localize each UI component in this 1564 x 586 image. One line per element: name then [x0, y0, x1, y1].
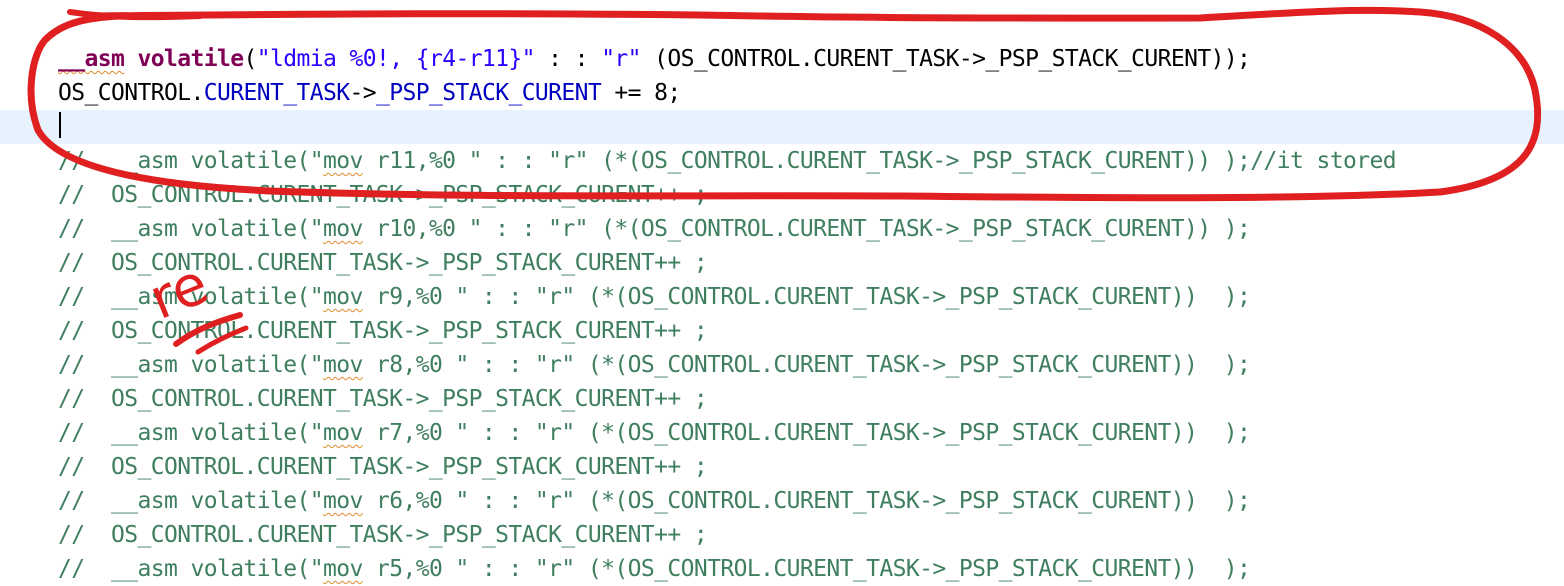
code-token: mov: [322, 284, 363, 310]
code-line[interactable]: OS_CONTROL.CURENT_TASK->_PSP_STACK_CUREN…: [58, 76, 681, 110]
code-token: // __asm volatile(": [58, 352, 324, 378]
code-token: mov: [322, 556, 363, 582]
code-line[interactable]: // OS_CONTROL.CURENT_TASK->_PSP_STACK_CU…: [58, 518, 708, 552]
code-token: // OS_CONTROL.CURENT_TASK->_PSP_STACK_CU…: [58, 318, 708, 344]
code-token: "ldmia %0!, {r4-r11}": [256, 46, 536, 72]
code-token: ->: [349, 80, 376, 106]
code-token: // __asm volatile(": [58, 148, 324, 174]
code-token: // OS_CONTROL.CURENT_TASK->_PSP_STACK_CU…: [58, 386, 708, 412]
code-token: "r": [601, 46, 641, 72]
code-token: // __asm volatile(": [58, 420, 324, 446]
code-token: r9,%0 " : : "r" (*(OS_CONTROL.CURENT_TAS…: [362, 284, 1251, 310]
code-token: CURENT_TASK: [203, 80, 350, 106]
code-token: r11,%0 " : : "r" (*(OS_CONTROL.CURENT_TA…: [362, 148, 1397, 174]
code-token: // __asm volatile(": [58, 488, 324, 514]
code-line[interactable]: // __asm volatile("mov r7,%0 " : : "r" (…: [58, 416, 1251, 450]
code-token: r10,%0 " : : "r" (*(OS_CONTROL.CURENT_TA…: [362, 216, 1251, 242]
code-line[interactable]: // __asm volatile("mov r6,%0 " : : "r" (…: [58, 484, 1251, 518]
code-token: _PSP_STACK_CURENT: [375, 80, 602, 106]
code-token: mov: [322, 148, 363, 174]
code-token: mov: [322, 488, 363, 514]
code-token: // __asm volatile(": [58, 284, 324, 310]
code-line[interactable]: // OS_CONTROL.CURENT_TASK->_PSP_STACK_CU…: [58, 178, 708, 212]
red-overlap-tail: [67, 9, 203, 21]
code-line[interactable]: // OS_CONTROL.CURENT_TASK->_PSP_STACK_CU…: [58, 314, 708, 348]
code-line[interactable]: // __asm volatile("mov r10,%0 " : : "r" …: [58, 212, 1251, 246]
code-line[interactable]: // __asm volatile("mov r11,%0 " : : "r" …: [58, 144, 1397, 178]
code-token: += 8;: [601, 80, 681, 106]
code-token: // __asm volatile(": [58, 556, 324, 582]
code-token: __asm: [58, 46, 125, 72]
code-editor[interactable]: __asm volatile("ldmia %0!, {r4-r11}" : :…: [0, 0, 1564, 582]
code-token: // OS_CONTROL.CURENT_TASK->_PSP_STACK_CU…: [58, 250, 708, 276]
code-token: // __asm volatile(": [58, 216, 324, 242]
code-line[interactable]: __asm volatile("ldmia %0!, {r4-r11}" : :…: [58, 42, 1251, 76]
code-token: // OS_CONTROL.CURENT_TASK->_PSP_STACK_CU…: [58, 182, 708, 208]
code-token: mov: [322, 216, 363, 242]
code-line[interactable]: // OS_CONTROL.CURENT_TASK->_PSP_STACK_CU…: [58, 450, 708, 484]
code-token: r5,%0 " : : "r" (*(OS_CONTROL.CURENT_TAS…: [362, 556, 1251, 582]
code-token: r7,%0 " : : "r" (*(OS_CONTROL.CURENT_TAS…: [362, 420, 1251, 446]
code-token: // OS_CONTROL.CURENT_TASK->_PSP_STACK_CU…: [58, 522, 708, 548]
code-token: (OS_CONTROL.CURENT_TASK->_PSP_STACK_CURE…: [640, 46, 1251, 72]
code-line[interactable]: // __asm volatile("mov r5,%0 " : : "r" (…: [58, 552, 1251, 586]
text-caret: [59, 112, 61, 138]
code-token: r8,%0 " : : "r" (*(OS_CONTROL.CURENT_TAS…: [362, 352, 1251, 378]
code-line[interactable]: // OS_CONTROL.CURENT_TASK->_PSP_STACK_CU…: [58, 246, 708, 280]
code-token: mov: [322, 420, 363, 446]
code-token: volatile: [137, 46, 245, 72]
current-line-highlight: [0, 110, 1564, 144]
code-token: r6,%0 " : : "r" (*(OS_CONTROL.CURENT_TAS…: [362, 488, 1251, 514]
code-token: // OS_CONTROL.CURENT_TASK->_PSP_STACK_CU…: [58, 454, 708, 480]
code-token: mov: [322, 352, 363, 378]
code-token: OS_CONTROL.: [58, 80, 204, 106]
code-line[interactable]: // OS_CONTROL.CURENT_TASK->_PSP_STACK_CU…: [58, 382, 708, 416]
code-line[interactable]: // __asm volatile("mov r9,%0 " : : "r" (…: [58, 280, 1251, 314]
code-token: : :: [534, 46, 602, 72]
code-token: (: [243, 46, 257, 72]
code-line[interactable]: // __asm volatile("mov r8,%0 " : : "r" (…: [58, 348, 1251, 382]
